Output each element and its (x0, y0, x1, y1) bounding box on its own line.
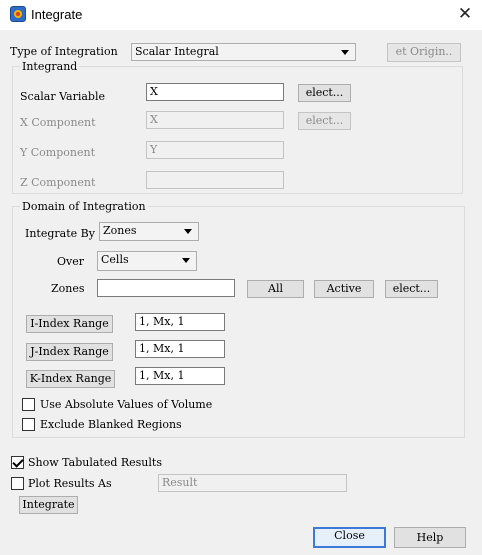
all-zones-button[interactable]: All (247, 280, 304, 298)
type-of-integration-select[interactable]: Scalar Integral (131, 43, 356, 61)
type-of-integration-label: Type of Integration (10, 45, 118, 58)
close-icon[interactable]: ✕ (452, 2, 478, 26)
show-tabulated-checkbox[interactable] (11, 456, 24, 469)
plot-results-checkbox[interactable] (11, 477, 24, 490)
x-component-input[interactable]: X (146, 111, 284, 129)
active-zones-button[interactable]: Active (314, 280, 374, 298)
domain-group-label: Domain of Integration (20, 200, 148, 213)
x-component-select-button[interactable]: elect... (298, 112, 351, 130)
over-value: Cells (101, 253, 129, 266)
checkmark-icon (12, 456, 24, 468)
integrate-by-select[interactable]: Zones (99, 222, 199, 241)
integrate-by-value: Zones (103, 224, 137, 237)
integrate-button[interactable]: Integrate (19, 496, 78, 514)
show-tabulated-label: Show Tabulated Results (28, 456, 162, 469)
z-component-label: Z Component (20, 176, 96, 189)
scalar-variable-select-button[interactable]: elect... (298, 84, 351, 102)
x-component-label: X Component (20, 116, 96, 129)
j-index-range-input[interactable]: 1, Mx, 1 (135, 340, 225, 358)
z-component-input[interactable] (146, 171, 284, 189)
plot-results-label: Plot Results As (28, 477, 112, 490)
scalar-variable-input[interactable]: X (146, 83, 284, 101)
close-button[interactable]: Close (313, 527, 386, 548)
k-index-range-input[interactable]: 1, Mx, 1 (135, 367, 225, 385)
zones-select-button[interactable]: elect... (385, 280, 438, 298)
plot-results-input[interactable]: Result (158, 474, 347, 492)
chevron-down-icon (184, 229, 192, 234)
zones-input[interactable] (97, 279, 235, 297)
help-button[interactable]: Help (394, 527, 466, 548)
type-of-integration-value: Scalar Integral (135, 45, 219, 58)
scalar-variable-label: Scalar Variable (20, 90, 105, 103)
y-component-input[interactable]: Y (146, 141, 284, 159)
app-icon (10, 6, 26, 22)
integrate-by-label: Integrate By (25, 227, 95, 240)
set-origin-button[interactable]: et Origin.. (387, 43, 461, 62)
over-label: Over (57, 255, 85, 268)
chevron-down-icon (341, 50, 349, 55)
window-title: Integrate (31, 7, 83, 22)
integrand-group-label: Integrand (20, 60, 80, 73)
i-index-range-button[interactable]: I-Index Range (26, 315, 113, 333)
chevron-down-icon (182, 258, 190, 263)
exclude-blanked-label: Exclude Blanked Regions (40, 418, 182, 431)
i-index-range-input[interactable]: 1, Mx, 1 (135, 313, 225, 331)
y-component-label: Y Component (20, 146, 95, 159)
use-absolute-label: Use Absolute Values of Volume (40, 398, 213, 411)
k-index-range-button[interactable]: K-Index Range (26, 370, 115, 388)
over-select[interactable]: Cells (97, 251, 197, 271)
use-absolute-checkbox[interactable] (22, 398, 35, 411)
zones-label: Zones (51, 282, 85, 295)
exclude-blanked-checkbox[interactable] (22, 418, 35, 431)
j-index-range-button[interactable]: J-Index Range (26, 343, 113, 361)
